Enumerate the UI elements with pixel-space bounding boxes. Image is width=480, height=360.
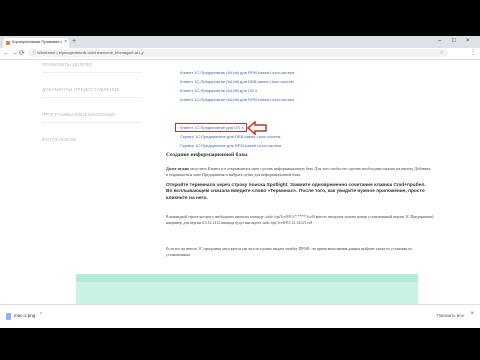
highlight-box (175, 123, 247, 132)
download-link[interactable]: Клиент 1С:Предприятие (64-bit) для RPM-b… (180, 97, 294, 102)
page-content: РЕКВИЗИТЫ ДЕЛЕВО ДОКУМЕНТЫ ПРЕДОСТАВЛЕНИ… (0, 60, 480, 328)
download-link[interactable]: Сервер 1С:Предприятие для RPM-based Linu… (180, 143, 281, 148)
close-window-button[interactable]: × (466, 36, 470, 46)
downloads-bar: mac-1.png ^ Показать все × (0, 304, 480, 328)
close-downloads-icon[interactable]: × (470, 311, 474, 317)
article-paragraph-bold: Откройте терминала через строку поиска S… (166, 183, 426, 201)
site-info-icon[interactable]: ⓘ (32, 49, 36, 57)
banner-stripe (76, 274, 418, 282)
site-favicon-icon (6, 41, 10, 45)
browser-window: Корпоративная Правовая си... × + – □ × ←… (0, 36, 480, 328)
browser-tab[interactable]: Корпоративная Правовая си... × (3, 38, 69, 48)
sidebar-divider (42, 97, 142, 98)
sidebar-item-dokumenty[interactable]: ДОКУМЕНТЫ ПРЕДОСТАВЛЕНИЕ (42, 87, 120, 92)
article-paragraph: В командной строке которого необходимо н… (166, 215, 435, 225)
download-link[interactable]: Клиент 1С:Предприятие (64-bit) для DEB-b… (180, 79, 293, 84)
article-paragraph: Если все же вместо 1С программа запускае… (166, 247, 412, 257)
sidebar-item-fotoalbom[interactable]: ФОТОАЛЬБОМ (42, 137, 76, 142)
section-heading: Создание информационной базы (166, 152, 248, 158)
download-link[interactable]: Клиент 1С:Предприятие (64-bit) для OS X (180, 88, 258, 93)
sidebar-item-rekvizity[interactable]: РЕКВИЗИТЫ ДЕЛЕВО (42, 62, 92, 67)
tab-close-icon[interactable]: × (64, 39, 67, 45)
paragraph-text: запустить Клиент и в открывшемся окне сд… (166, 166, 431, 177)
browser-menu-icon[interactable]: ⋮ (470, 49, 476, 58)
sidebar-divider (42, 122, 142, 123)
tab-strip: Корпоративная Правовая си... × + – □ × (0, 36, 480, 48)
file-icon (6, 313, 11, 320)
download-options-icon[interactable]: ^ (40, 312, 42, 318)
reload-button[interactable]: ⟳ (19, 49, 25, 58)
bookmark-star-icon[interactable]: ☆ (440, 49, 444, 57)
browser-toolbar: ← → ⟳ ⓘ Wireframe | elpinogenteknik.ru/i… (0, 48, 480, 60)
article-paragraph: Далее нужно запустить Клиент и в открывш… (166, 166, 432, 178)
sidebar-item-programmy[interactable]: ПРОГРАММЫ ЛИЦЕНЗИОННЫЕ (42, 112, 116, 117)
maximize-button[interactable]: □ (452, 36, 456, 46)
new-tab-button[interactable]: + (72, 38, 76, 46)
download-link[interactable]: Клиент 1С:Предприятие (64-bit) для RPM-b… (180, 70, 294, 75)
download-file-name[interactable]: mac-1.png (14, 313, 35, 318)
address-url[interactable]: Wireframe | elpinogenteknik.ru/inhinenom… (37, 49, 144, 57)
address-bar[interactable]: ⓘ Wireframe | elpinogenteknik.ru/inhinen… (28, 49, 448, 57)
left-arrow-icon (247, 121, 267, 135)
back-button[interactable]: ← (3, 49, 10, 58)
paragraph-lead: Далее нужно (166, 166, 190, 171)
tab-title: Корпоративная Правовая си... (12, 39, 62, 44)
show-all-downloads-link[interactable]: Показать все (437, 313, 464, 318)
minimize-button[interactable]: – (438, 36, 441, 46)
sidebar-divider (42, 72, 142, 73)
forward-button[interactable]: → (11, 49, 18, 58)
